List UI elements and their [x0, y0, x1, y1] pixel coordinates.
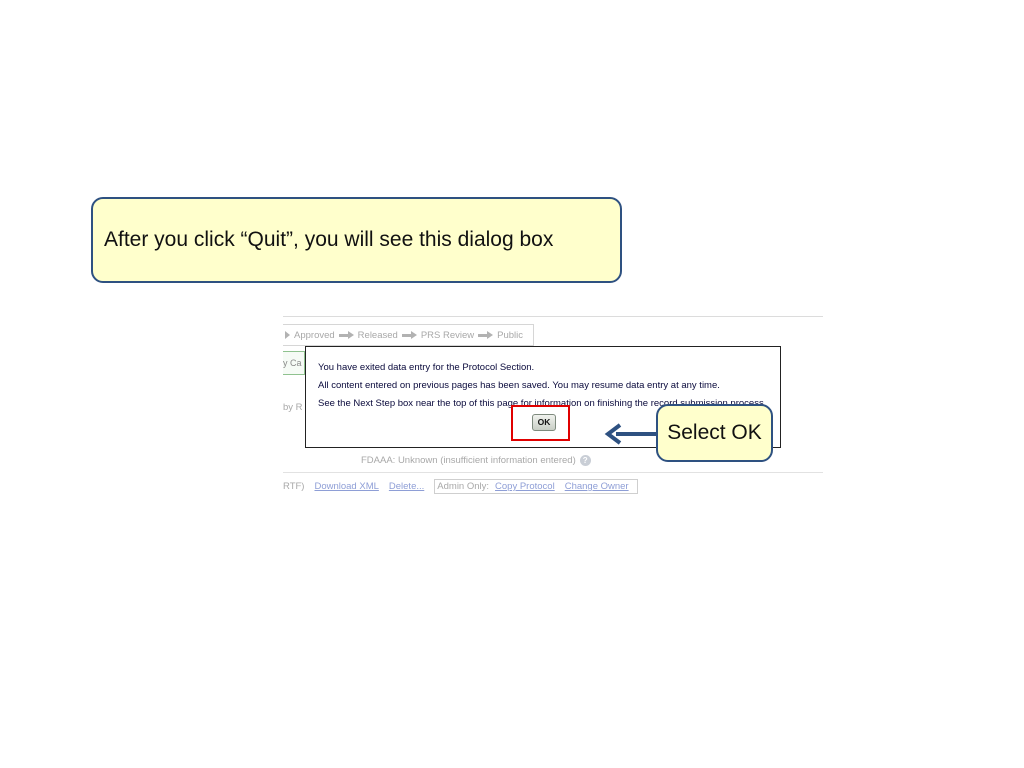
question-icon[interactable]: ? — [579, 455, 591, 466]
workflow-step-public: Public — [497, 329, 524, 341]
arrow-right-icon — [401, 331, 417, 339]
select-ok-callout-text: Select OK — [667, 421, 762, 444]
admin-only-label: Admin Only: — [437, 481, 490, 492]
workflow-step-prs-review: PRS Review — [420, 329, 475, 341]
arrow-left-icon — [604, 423, 658, 445]
fdaaa-status: FDAAA: Unknown (insufficient information… — [361, 455, 591, 466]
ok-button-highlight — [511, 405, 570, 441]
arrow-right-icon — [478, 331, 494, 339]
arrow-right-icon — [338, 331, 354, 339]
rtf-link-fragment[interactable]: RTF) — [283, 481, 304, 492]
change-owner-link[interactable]: Change Owner — [565, 481, 629, 492]
instruction-callout-text: After you click “Quit”, you will see thi… — [104, 228, 554, 251]
partial-button-label: y Ca — [283, 358, 302, 368]
record-actions-bar: RTF) Download XML Delete... Admin Only: … — [283, 479, 638, 494]
arrow-right-icon — [285, 331, 290, 339]
instruction-callout: After you click “Quit”, you will see thi… — [91, 197, 622, 283]
dialog-message-saved: All content entered on previous pages ha… — [318, 380, 720, 391]
admin-only-box: Admin Only: Copy Protocol Change Owner — [434, 479, 638, 494]
delete-link[interactable]: Delete... — [389, 481, 424, 492]
partial-button[interactable]: y Ca — [283, 351, 305, 375]
workflow-step-released: Released — [357, 329, 398, 341]
workflow-step-approved: Approved — [294, 329, 335, 341]
workflow-status-bar: Approved Released PRS Review Public — [283, 324, 534, 346]
section-divider — [283, 472, 823, 473]
fdaaa-status-text: FDAAA: Unknown (insufficient information… — [361, 455, 576, 466]
download-xml-link[interactable]: Download XML — [314, 481, 378, 492]
select-ok-callout: Select OK — [656, 404, 773, 462]
partial-text: by R — [283, 402, 303, 413]
dialog-message-exited: You have exited data entry for the Proto… — [318, 362, 535, 373]
top-divider — [283, 316, 823, 317]
copy-protocol-link[interactable]: Copy Protocol — [495, 481, 555, 492]
